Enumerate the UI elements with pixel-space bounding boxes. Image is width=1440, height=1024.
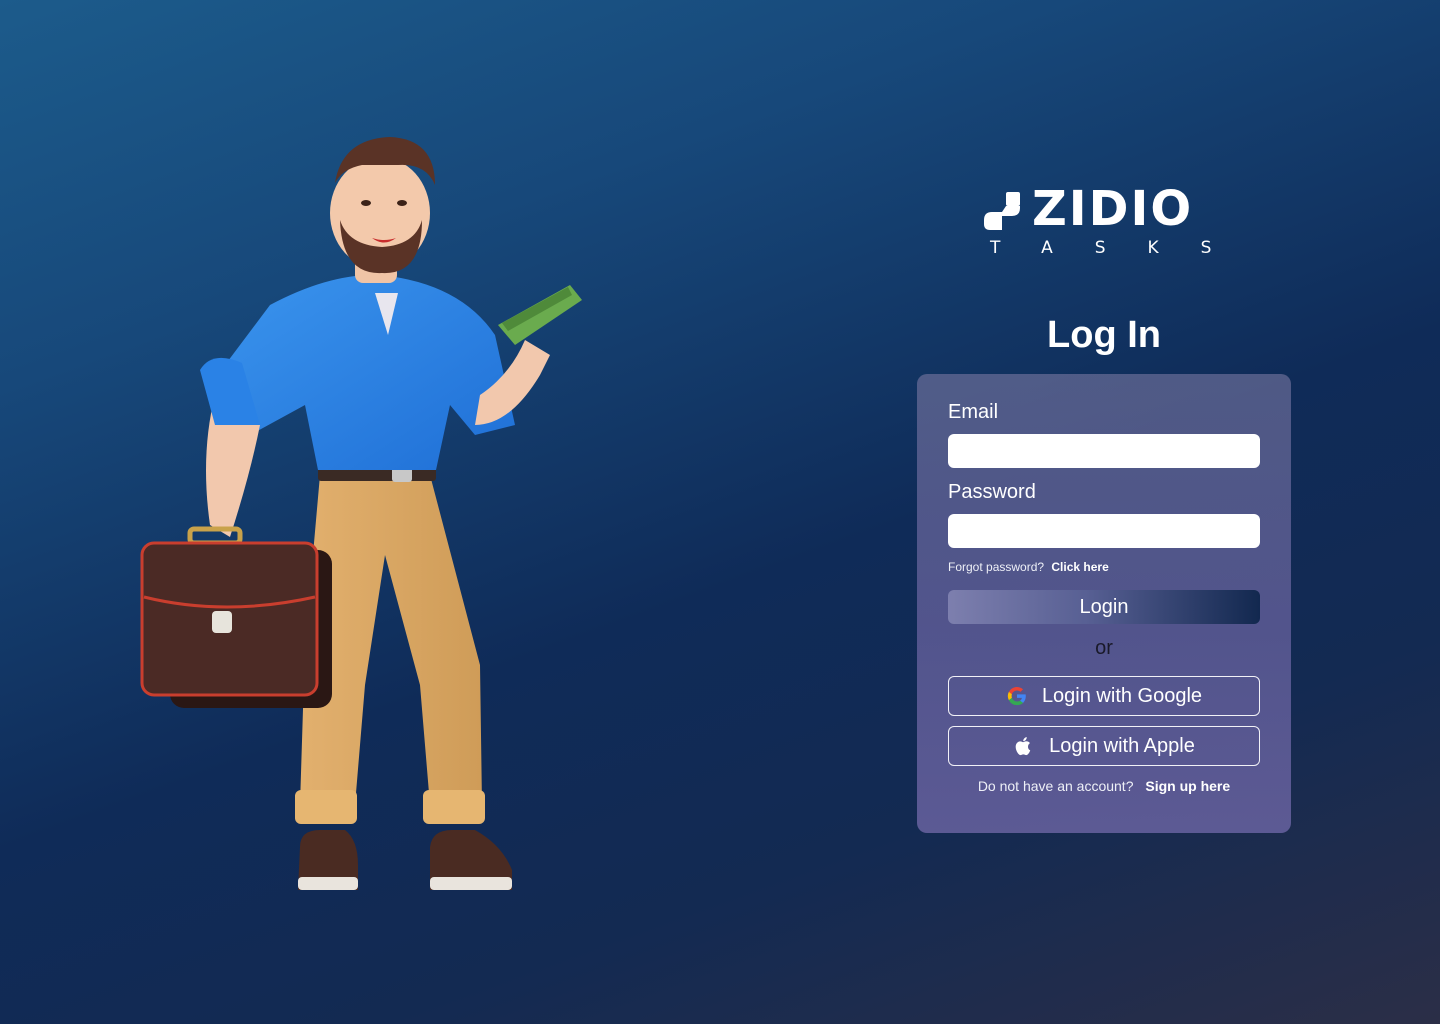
zidio-logo-mark-icon xyxy=(984,192,1020,230)
forgot-password-link[interactable]: Click here xyxy=(1051,560,1108,574)
or-divider: or xyxy=(1095,637,1113,659)
brand-name: ZIDIO xyxy=(1032,181,1194,237)
google-icon xyxy=(1006,685,1028,707)
password-label: Password xyxy=(948,481,1036,503)
signup-link[interactable]: Sign up here xyxy=(1145,778,1230,794)
brand-logo: ZIDIO TASKS xyxy=(980,181,1254,260)
forgot-password-row: Forgot password? Click here xyxy=(948,559,1109,575)
forgot-password-text: Forgot password? xyxy=(948,560,1045,574)
google-button-label: Login with Google xyxy=(1041,684,1203,707)
login-card: Email Password Forgot password? Click he… xyxy=(917,374,1291,833)
brand-subtitle: TASKS xyxy=(990,238,1254,258)
apple-button-label: Login with Apple xyxy=(1049,734,1195,757)
email-label: Email xyxy=(948,401,999,423)
password-input[interactable] xyxy=(948,514,1260,548)
apple-icon xyxy=(1013,735,1035,757)
signup-row: Do not have an account? Sign up here xyxy=(917,777,1291,795)
email-input[interactable] xyxy=(948,434,1260,468)
signup-text: Do not have an account? xyxy=(977,778,1134,794)
login-button[interactable]: Login xyxy=(948,590,1260,624)
hero-illustration xyxy=(130,125,590,905)
login-with-google-button[interactable]: Login with Google xyxy=(948,676,1260,716)
login-with-apple-button[interactable]: Login with Apple xyxy=(948,726,1260,766)
page-title: Log In xyxy=(1047,314,1161,356)
